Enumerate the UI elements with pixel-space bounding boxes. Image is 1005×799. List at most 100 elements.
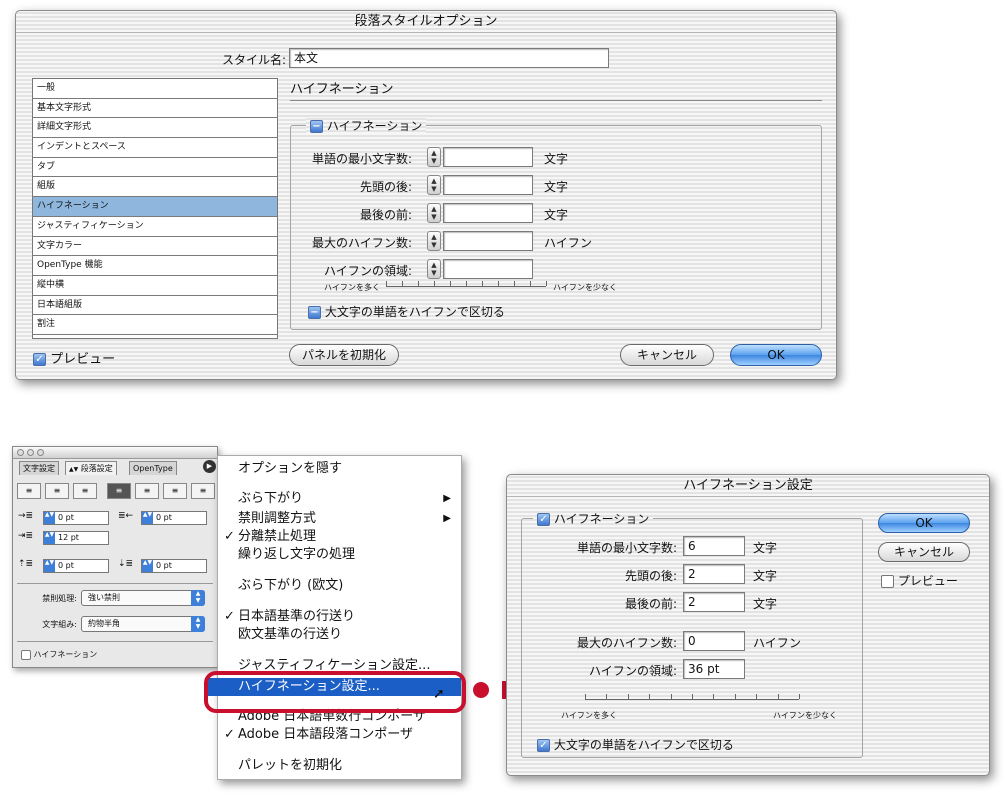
space-before-field[interactable]: ▲▼ 0 pt <box>43 559 109 573</box>
hyph-enable-checkbox-icon[interactable]: ✓ <box>537 513 550 526</box>
ruler-tick <box>627 694 629 699</box>
category-item[interactable]: 文字カラー <box>33 237 277 257</box>
hyph-field-input[interactable]: 2 <box>683 592 745 612</box>
menu-item[interactable]: ✓ Adobe 日本語段落コンポーザ <box>218 726 461 744</box>
align-button[interactable]: ≡ <box>163 483 187 499</box>
spin-icon[interactable]: ▲▼ <box>44 512 55 524</box>
align-button[interactable]: ≡ <box>73 483 97 499</box>
field-input[interactable] <box>443 147 533 167</box>
menu-separator <box>218 602 461 603</box>
left-indent-field[interactable]: ▲▼ 0 pt <box>43 511 109 525</box>
align-button[interactable]: ≡ <box>135 483 159 499</box>
spin-icon[interactable]: ▲▼ <box>44 560 55 572</box>
palette-menu-button[interactable]: ▶ <box>203 460 216 473</box>
hyph-field-unit: 文字 <box>753 569 778 583</box>
field-input[interactable] <box>443 231 533 251</box>
space-after-field[interactable]: ▲▼ 0 pt <box>141 559 207 573</box>
tab-character[interactable]: 文字設定 <box>19 461 59 475</box>
hyph-capitalized-option[interactable]: ✓ 大文字の単語をハイフンで区切る <box>537 736 734 753</box>
ruler-tick <box>402 281 403 286</box>
hyph-field-input[interactable]: 36 pt <box>683 659 745 679</box>
kinsoku-select[interactable]: 強い禁則 ▲ ▼ <box>81 590 205 606</box>
stepper-icon[interactable]: ▲ ▼ <box>427 147 441 167</box>
checkmark-icon: ✓ <box>224 529 235 544</box>
category-item[interactable]: タブ <box>33 158 277 178</box>
hyphen-zone-slider[interactable] <box>386 281 547 287</box>
field-input[interactable] <box>443 203 533 223</box>
hyphenation-checkbox-icon[interactable]: − <box>310 120 323 133</box>
preview-option[interactable]: ✓ プレビュー <box>33 348 115 367</box>
field-input[interactable] <box>443 259 533 279</box>
category-item[interactable]: 一般 <box>33 79 277 99</box>
menu-item[interactable]: ✓ 分離禁止処理 <box>218 528 461 546</box>
hyph-ok-button[interactable]: OK <box>878 513 970 533</box>
category-item[interactable]: インデントとスペース <box>33 138 277 158</box>
hyph-preview-option[interactable]: プレビュー <box>881 572 958 589</box>
category-item[interactable]: 割注 <box>33 315 277 335</box>
spin-icon[interactable]: ▲▼ <box>142 560 153 572</box>
menu-item[interactable]: ✓ 日本語基準の行送り <box>218 608 461 626</box>
ruler-tick <box>434 281 435 286</box>
menu-item[interactable]: ぶら下がり (欧文) <box>218 577 461 595</box>
ruler-tick <box>546 281 547 286</box>
hyph-zone-slider[interactable] <box>585 694 800 700</box>
hyph-preview-checkbox-icon[interactable] <box>881 575 894 588</box>
first-line-indent-field[interactable]: ▲▼ 12 pt <box>43 531 109 545</box>
menu-item[interactable]: ぶら下がり ▶ <box>218 490 461 508</box>
field-label: 単語の最小文字数: <box>311 152 412 166</box>
menu-item[interactable]: パレットを初期化 <box>218 757 461 775</box>
ruler-tick <box>450 281 451 286</box>
palette-hyphenation-option[interactable]: ハイフネーション <box>21 649 97 660</box>
select-arrows-icon: ▲ ▼ <box>191 616 205 632</box>
right-indent-field[interactable]: ▲▼ 0 pt <box>141 511 207 525</box>
style-name-input[interactable]: 本文 <box>289 48 609 68</box>
reset-panel-button[interactable]: パネルを初期化 <box>289 344 399 366</box>
category-item[interactable]: ハイフネーション <box>33 197 277 217</box>
spin-icon[interactable]: ▲▼ <box>142 512 153 524</box>
zoom-dot-icon[interactable] <box>37 449 44 456</box>
ok-button[interactable]: OK <box>730 344 822 366</box>
align-button[interactable]: ≡ <box>191 483 215 499</box>
capitalized-checkbox-icon[interactable]: − <box>308 306 321 319</box>
hyph-field-input[interactable]: 0 <box>683 631 745 651</box>
align-button[interactable]: ≡ <box>107 483 131 499</box>
tab-opentype[interactable]: OpenType <box>129 461 177 475</box>
menu-item[interactable]: 繰り返し文字の処理 <box>218 546 461 564</box>
field-input[interactable] <box>443 175 533 195</box>
align-button[interactable]: ≡ <box>45 483 69 499</box>
stepper-icon[interactable]: ▲ ▼ <box>427 231 441 251</box>
capitalized-option[interactable]: − 大文字の単語をハイフンで区切る <box>308 303 505 320</box>
stepper-icon[interactable]: ▲ ▼ <box>427 259 441 279</box>
category-list[interactable]: 一般 基本文字形式 詳細文字形式 インデントとスペース タブ 組版 ハイフネーション ジャステ… <box>32 78 278 339</box>
hyph-field-input[interactable]: 2 <box>683 564 745 584</box>
ruler-tick <box>777 694 779 699</box>
preview-checkbox-icon[interactable]: ✓ <box>33 353 46 366</box>
hyphenation-group-header[interactable]: − ハイフネーション <box>306 117 427 134</box>
category-item[interactable]: 縦中横 <box>33 276 277 296</box>
tab-paragraph[interactable]: ▲▼ 段落設定 <box>65 461 117 475</box>
cancel-button[interactable]: キャンセル <box>620 344 714 366</box>
category-item[interactable]: ジャスティフィケーション <box>33 217 277 237</box>
close-dot-icon[interactable] <box>17 449 24 456</box>
hyph-field-input[interactable]: 6 <box>683 536 745 556</box>
hyphenation-group-label: ハイフネーション <box>326 119 423 133</box>
category-item[interactable]: 基本文字形式 <box>33 99 277 119</box>
palette-hyphenation-checkbox-icon[interactable] <box>21 649 31 660</box>
spin-icon[interactable]: ▲▼ <box>44 532 55 544</box>
minimize-dot-icon[interactable] <box>27 449 34 456</box>
stepper-icon[interactable]: ▲ ▼ <box>427 175 441 195</box>
category-item[interactable]: OpenType 機能 <box>33 256 277 276</box>
category-item[interactable]: 日本語組版 <box>33 296 277 316</box>
preview-label: プレビュー <box>50 352 116 367</box>
menu-item[interactable]: 欧文基準の行送り <box>218 626 461 644</box>
hyph-cancel-button[interactable]: キャンセル <box>878 542 970 562</box>
align-button[interactable]: ≡ <box>17 483 41 499</box>
hyph-capitalized-checkbox-icon[interactable]: ✓ <box>537 739 550 752</box>
menu-item[interactable]: 禁則調整方式 ▶ <box>218 510 461 528</box>
menu-item[interactable]: オプションを隠す <box>218 460 461 478</box>
category-item[interactable]: 詳細文字形式 <box>33 118 277 139</box>
category-item[interactable]: 組版 <box>33 177 277 198</box>
stepper-icon[interactable]: ▲ ▼ <box>427 203 441 223</box>
mojikumi-select[interactable]: 約物半角 ▲ ▼ <box>81 616 205 632</box>
hyph-group-header[interactable]: ✓ ハイフネーション <box>533 510 654 527</box>
